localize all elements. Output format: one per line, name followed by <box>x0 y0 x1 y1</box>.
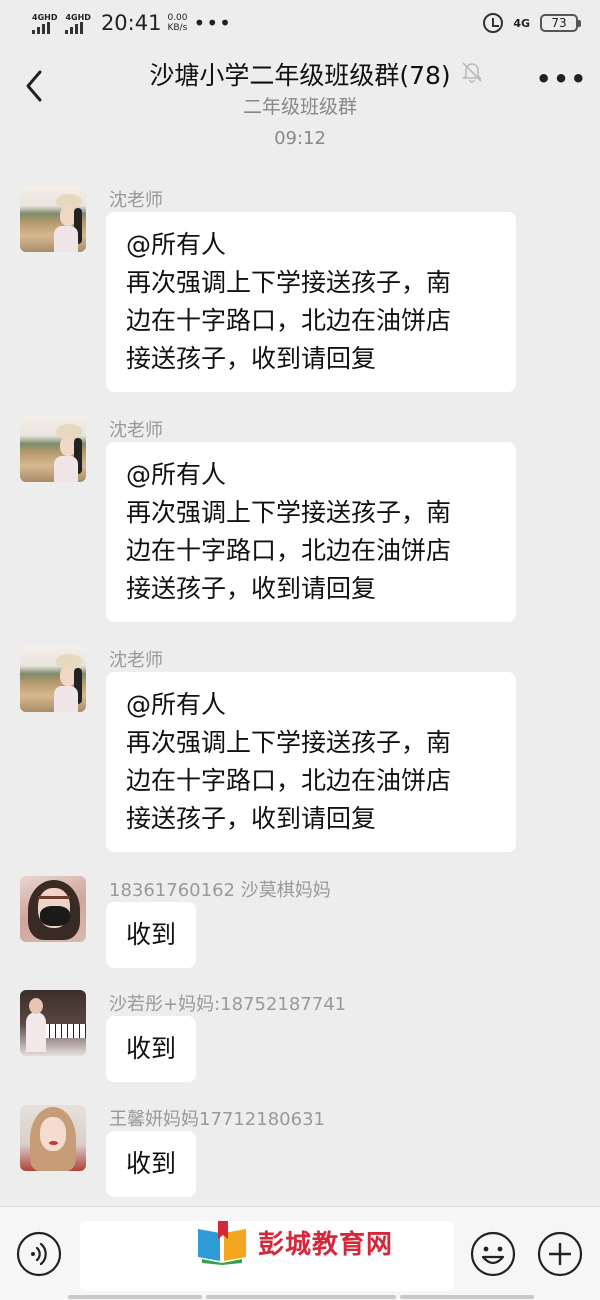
notification-dots: ••• <box>193 11 232 35</box>
message-timestamp: 09:12 <box>274 128 326 149</box>
message-bubble[interactable]: 收到 <box>106 1016 197 1082</box>
message-line: @所有人 <box>126 460 227 489</box>
alarm-icon <box>483 13 504 33</box>
chat-title: 沙塘小学二年级班级群(78) <box>149 61 451 90</box>
avatar[interactable] <box>20 646 86 712</box>
message-line: 接送孩子，收到请回复 <box>126 804 377 833</box>
avatar[interactable] <box>20 876 86 942</box>
avatar[interactable] <box>20 416 86 482</box>
sender-name: 沈老师 <box>109 650 163 671</box>
network-type-label: 4GHD <box>65 12 91 22</box>
bell-off-icon <box>462 62 482 83</box>
message-line: 再次强调上下学接送孩子，南 <box>126 498 452 527</box>
sender-name: 18361760162 沙莫棋妈妈 <box>109 880 331 901</box>
message-line: 接送孩子，收到请回复 <box>126 574 377 603</box>
sender-name: 沈老师 <box>109 420 163 441</box>
network-speed-value: 0.00 <box>167 13 188 23</box>
sender-name: 沈老师 <box>109 190 163 211</box>
message-line: @所有人 <box>126 690 227 719</box>
emoji-icon[interactable] <box>470 1231 516 1277</box>
message-line: 边在十字路口，北边在油饼店 <box>126 766 452 795</box>
signal-icon: 4GHD <box>65 12 91 34</box>
message-bubble[interactable]: @所有人 再次强调上下学接送孩子，南 边在十字路口，北边在油饼店 接送孩子，收到… <box>106 672 516 852</box>
avatar[interactable] <box>20 990 86 1056</box>
sender-name: 沙若彤+妈妈:18752187741 <box>109 994 347 1015</box>
sender-name: 王馨妍妈妈17712180631 <box>109 1109 325 1130</box>
network-speed: 0.00 KB/s <box>167 13 187 33</box>
message-line: 再次强调上下学接送孩子，南 <box>126 268 452 297</box>
message-item: 18361760162 沙莫棋妈妈 收到 <box>20 876 580 972</box>
message-line: 边在十字路口，北边在油饼店 <box>126 306 452 335</box>
message-item: 王馨妍妈妈17712180631 收到 <box>20 1105 580 1201</box>
network-4g-label: 4G <box>513 16 530 30</box>
message-text: 收到 <box>126 920 177 949</box>
message-item: 沈老师 @所有人 再次强调上下学接送孩子，南 边在十字路口，北边在油饼店 接送孩… <box>20 416 580 626</box>
message-text: 收到 <box>126 1034 177 1063</box>
message-item: 沈老师 @所有人 再次强调上下学接送孩子，南 边在十字路口，北边在油饼店 接送孩… <box>20 186 580 396</box>
message-bubble[interactable]: 收到 <box>106 902 197 968</box>
message-bubble[interactable]: 收到 <box>106 1131 197 1197</box>
battery-icon: 73 <box>540 14 581 32</box>
message-line: 再次强调上下学接送孩子，南 <box>126 728 452 757</box>
plus-icon[interactable] <box>537 1231 583 1277</box>
message-bubble[interactable]: @所有人 再次强调上下学接送孩子，南 边在十字路口，北边在油饼店 接送孩子，收到… <box>106 442 516 622</box>
status-bar: 4GHD 4GHD 20:41 0.00 KB/s ••• 4G 73 <box>0 0 600 46</box>
message-item: 沙若彤+妈妈:18752187741 收到 <box>20 990 580 1086</box>
message-bubble[interactable]: @所有人 再次强调上下学接送孩子，南 边在十字路口，北边在油饼店 接送孩子，收到… <box>106 212 516 392</box>
avatar[interactable] <box>20 186 86 252</box>
avatar[interactable] <box>20 1105 86 1171</box>
voice-icon[interactable] <box>16 1231 62 1277</box>
more-icon[interactable]: ••• <box>536 67 586 98</box>
watermark-text: 彭城教育网 <box>258 1229 394 1260</box>
message-text: 收到 <box>126 1149 177 1178</box>
message-line: 边在十字路口，北边在油饼店 <box>126 536 452 565</box>
book-logo-icon <box>198 1221 246 1265</box>
message-item: 沈老师 @所有人 再次强调上下学接送孩子，南 边在十字路口，北边在油饼店 接送孩… <box>20 646 580 856</box>
network-type-label: 4GHD <box>32 12 58 22</box>
watermark-logo: 彭城教育网 <box>194 1218 414 1266</box>
network-speed-unit: KB/s <box>167 23 188 33</box>
message-line: @所有人 <box>126 230 227 259</box>
status-time: 20:41 <box>100 11 162 35</box>
chat-subtitle: 二年级班级群 <box>242 96 357 118</box>
nav-indicator <box>400 1295 534 1299</box>
message-line: 接送孩子，收到请回复 <box>126 344 377 373</box>
signal-icon: 4GHD <box>32 13 57 34</box>
nav-indicator <box>206 1295 396 1299</box>
chat-header: 沙塘小学二年级班级群(78) 二年级班级群 ••• <box>0 46 600 126</box>
nav-indicator <box>68 1295 202 1299</box>
